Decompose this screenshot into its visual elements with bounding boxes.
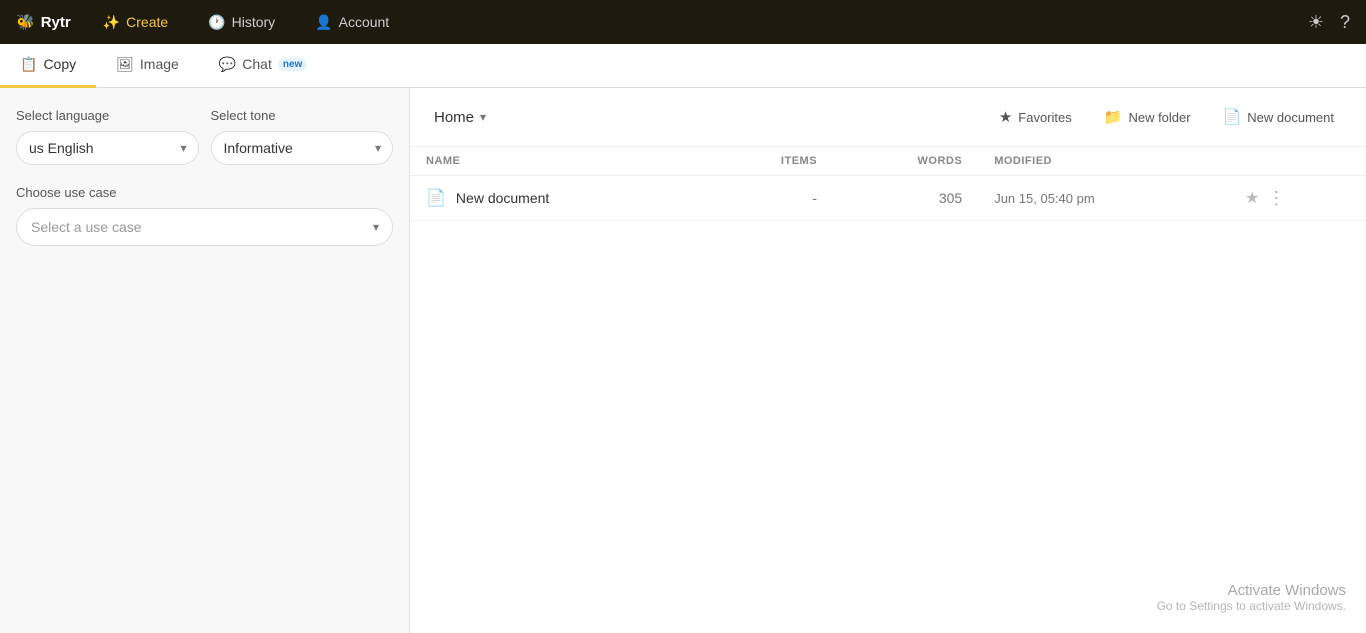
table-header: NAME ITEMS WORDS MODIFIED [410,147,1366,176]
chat-new-badge: new [278,58,307,71]
create-icon: ✨ [103,14,120,31]
right-panel: Home ▾ ★ Favorites 📁 New folder 📄 New do… [410,88,1366,633]
nav-history-label: History [232,14,276,30]
favorites-label: Favorites [1018,110,1071,125]
more-options-button[interactable]: ⋮ [1267,189,1285,207]
tab-chat[interactable]: 💬 Chat new [199,44,327,88]
col-items: ITEMS [704,147,833,176]
favorites-button[interactable]: ★ Favorites [991,104,1080,130]
brand-logo[interactable]: 🐝 Rytr [16,13,71,31]
language-select-wrapper: us English uk English French Spanish Ger… [16,131,199,165]
chat-icon: 💬 [219,56,236,73]
history-icon: 🕐 [208,14,225,31]
language-select[interactable]: us English uk English French Spanish Ger… [16,131,199,165]
tone-select[interactable]: Informative Formal Casual Humorous Passi… [211,131,394,165]
left-panel: Select language us English uk English Fr… [0,88,410,633]
nav-create-label: Create [126,14,168,30]
tab-copy-label: Copy [43,56,76,72]
use-case-select[interactable]: Select a use case Blog Idea & Outline Bu… [16,208,393,246]
copy-icon: 📋 [20,56,37,73]
use-case-wrapper: Select a use case Blog Idea & Outline Bu… [16,208,393,246]
file-actions: ★ Favorites 📁 New folder 📄 New document [991,104,1342,130]
nav-account-label: Account [339,14,390,30]
tone-select-wrapper: Informative Formal Casual Humorous Passi… [211,131,394,165]
nav-item-account[interactable]: 👤 Account [307,10,397,35]
file-type-icon: 📄 [426,188,446,208]
tab-copy[interactable]: 📋 Copy [0,44,96,88]
new-folder-button[interactable]: 📁 New folder [1096,104,1199,130]
file-row-actions-cell: ★ ⋮ [1229,176,1366,221]
tab-chat-label: Chat [242,56,272,72]
breadcrumb-chevron: ▾ [480,110,486,124]
star-icon: ★ [999,108,1012,126]
use-case-group: Choose use case Select a use case Blog I… [16,185,393,246]
table-row: 📄 New document - 305 Jun 15, 05:40 pm ★ … [410,176,1366,221]
favorite-toggle-button[interactable]: ★ [1245,188,1259,208]
tab-image[interactable]: 🖼 Image [96,44,199,88]
file-manager-header: Home ▾ ★ Favorites 📁 New folder 📄 New do… [410,88,1366,147]
activate-windows-subtitle: Go to Settings to activate Windows. [1157,599,1346,613]
image-tab-icon: 🖼 [116,56,134,73]
tone-label: Select tone [211,108,394,123]
account-icon: 👤 [315,14,332,31]
file-items: - [704,176,833,221]
use-case-label: Choose use case [16,185,393,200]
sub-nav: 📋 Copy 🖼 Image 💬 Chat new [0,44,1366,88]
tone-group: Select tone Informative Formal Casual Hu… [211,108,394,165]
file-modified: Jun 15, 05:40 pm [978,176,1229,221]
folder-icon: 📁 [1104,108,1123,126]
nav-item-create[interactable]: ✨ Create [95,10,176,35]
table-body: 📄 New document - 305 Jun 15, 05:40 pm ★ … [410,176,1366,221]
file-table: NAME ITEMS WORDS MODIFIED 📄 New document [410,147,1366,221]
col-modified: MODIFIED [978,147,1229,176]
col-actions-header [1229,147,1366,176]
file-words: 305 [833,176,978,221]
nav-item-history[interactable]: 🕐 History [200,10,283,35]
new-folder-label: New folder [1128,110,1190,125]
language-tone-row: Select language us English uk English Fr… [16,108,393,165]
col-words: WORDS [833,147,978,176]
top-nav-left: 🐝 Rytr ✨ Create 🕐 History 👤 Account [16,10,397,35]
file-name-cell: 📄 New document [410,176,704,221]
new-document-label: New document [1247,110,1334,125]
file-name[interactable]: New document [456,190,549,206]
language-label: Select language [16,108,199,123]
brand-icon: 🐝 [16,13,35,31]
breadcrumb[interactable]: Home ▾ [434,109,486,126]
top-nav: 🐝 Rytr ✨ Create 🕐 History 👤 Account ☀ ? [0,0,1366,44]
sun-button[interactable]: ☀ [1308,12,1324,33]
col-name: NAME [410,147,704,176]
breadcrumb-label: Home [434,109,474,126]
help-button[interactable]: ? [1340,12,1350,33]
activate-windows-title: Activate Windows [1157,582,1346,599]
brand-name: Rytr [41,14,71,31]
document-icon: 📄 [1223,108,1242,126]
main-layout: Select language us English uk English Fr… [0,88,1366,633]
language-group: Select language us English uk English Fr… [16,108,199,165]
tab-image-label: Image [140,56,179,72]
new-document-button[interactable]: 📄 New document [1215,104,1342,130]
activate-windows-watermark: Activate Windows Go to Settings to activ… [1157,582,1346,613]
top-nav-right: ☀ ? [1308,12,1350,33]
